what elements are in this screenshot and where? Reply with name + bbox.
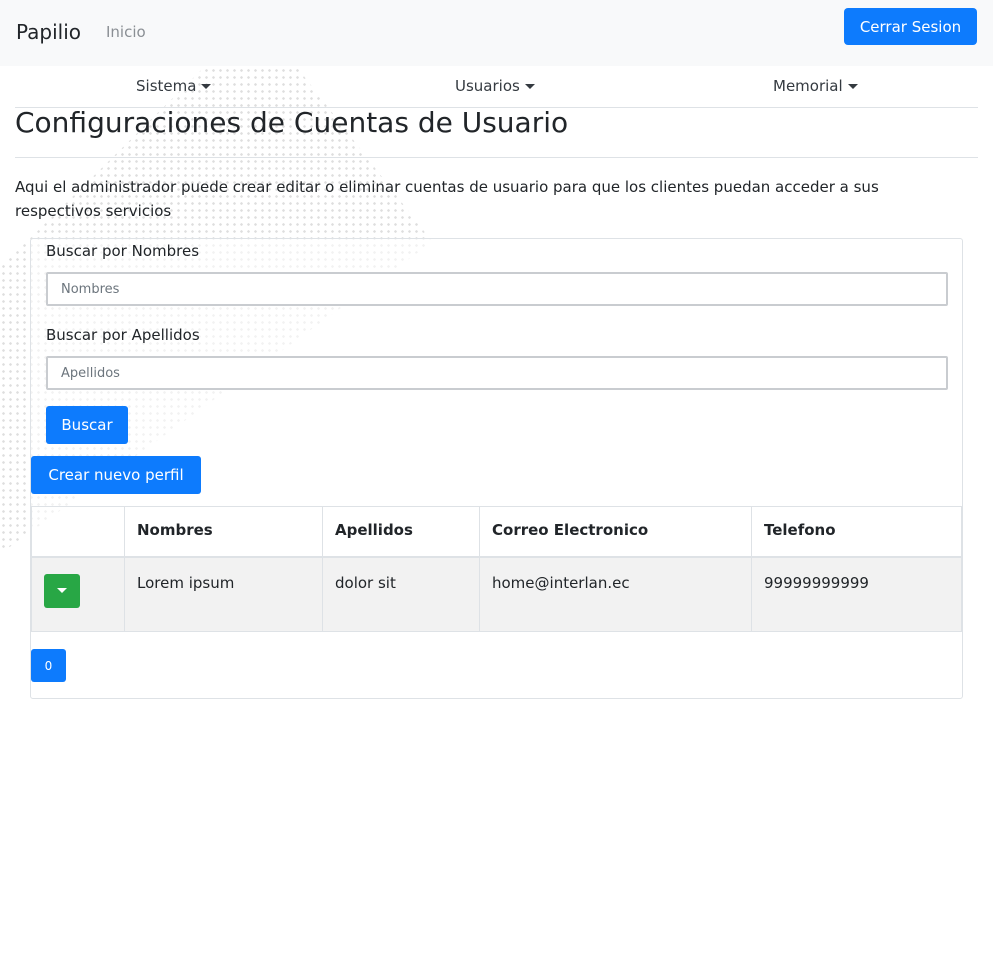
row-actions-cell: [31, 556, 125, 632]
user-management-card: Buscar por Nombres Buscar por Apellidos …: [30, 238, 963, 699]
cell-nombres: Lorem ipsum: [124, 556, 323, 632]
table-row: Lorem ipsum dolor sit home@interlan.ec 9…: [31, 556, 962, 632]
dropdown-memorial[interactable]: Memorial: [773, 77, 858, 95]
dropdown-sistema[interactable]: Sistema: [136, 77, 212, 95]
caret-down-icon: [201, 83, 212, 89]
surnames-search-input[interactable]: [46, 356, 948, 390]
cell-correo: home@interlan.ec: [479, 556, 752, 632]
page-description: Aqui el administrador puede crear editar…: [15, 178, 879, 220]
names-search-input[interactable]: [46, 272, 948, 306]
caret-down-icon: [57, 588, 67, 593]
page-title: Configuraciones de Cuentas de Usuario: [15, 106, 569, 139]
table-header-row: Nombres Apellidos Correo Electronico Tel…: [31, 506, 962, 558]
column-header-apellidos: Apellidos: [322, 506, 480, 558]
users-table: Nombres Apellidos Correo Electronico Tel…: [31, 506, 962, 632]
column-header-nombres: Nombres: [124, 506, 323, 558]
pagination-page-button[interactable]: 0: [31, 649, 66, 682]
secondary-nav: Sistema Usuarios Memorial: [15, 66, 978, 108]
dropdown-sistema-label: Sistema: [136, 77, 197, 95]
dropdown-usuarios-label: Usuarios: [455, 77, 520, 95]
cell-apellidos: dolor sit: [322, 556, 480, 632]
title-divider: [15, 157, 978, 158]
top-navbar: Papilio Inicio Cerrar Sesion: [0, 0, 993, 66]
search-button[interactable]: Buscar: [46, 406, 128, 444]
create-profile-button[interactable]: Crear nuevo perfil: [31, 456, 201, 494]
cell-telefono: 99999999999: [751, 556, 962, 632]
dropdown-usuarios[interactable]: Usuarios: [455, 77, 535, 95]
nav-link-inicio[interactable]: Inicio: [106, 23, 146, 41]
surnames-search-label: Buscar por Apellidos: [46, 326, 200, 344]
column-header-correo: Correo Electronico: [479, 506, 752, 558]
column-header-actions: [31, 506, 125, 558]
names-search-label: Buscar por Nombres: [46, 242, 200, 260]
caret-down-icon: [524, 83, 535, 89]
brand-logo[interactable]: Papilio: [16, 20, 81, 44]
row-actions-dropdown-button[interactable]: [44, 573, 80, 608]
caret-down-icon: [847, 83, 858, 89]
column-header-telefono: Telefono: [751, 506, 962, 558]
logout-button[interactable]: Cerrar Sesion: [844, 8, 977, 45]
dropdown-memorial-label: Memorial: [773, 77, 843, 95]
